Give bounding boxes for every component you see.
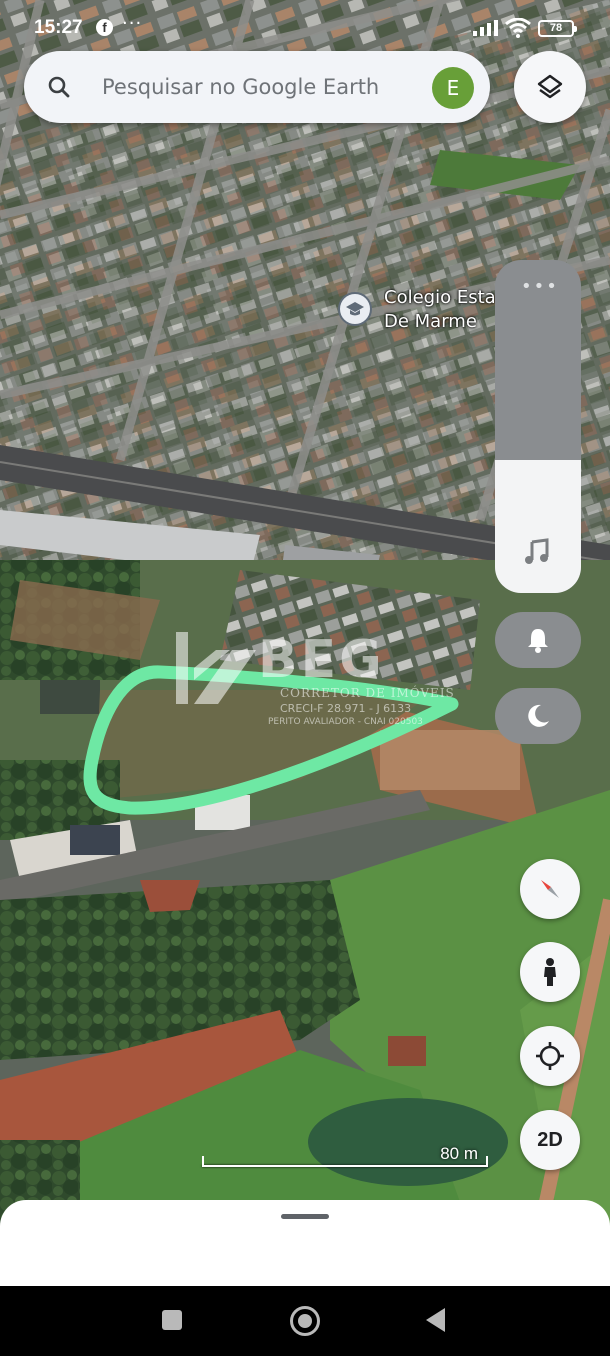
system-nav-bar bbox=[0, 1286, 610, 1356]
poi-label-line2: De Marme bbox=[384, 311, 477, 332]
scale-bar: 80 m bbox=[202, 1144, 488, 1174]
watermark-line2: CRECI-F 28.971 - J 6133 bbox=[280, 702, 412, 715]
watermark-logo bbox=[176, 632, 256, 704]
watermark-line1: CORRETOR DE IMÓVEIS bbox=[280, 686, 455, 700]
battery-indicator: 78 bbox=[538, 20, 577, 37]
volume-level-fill bbox=[495, 460, 581, 593]
wifi-icon bbox=[505, 18, 531, 38]
view-mode-2d-button[interactable]: 2D bbox=[520, 1110, 580, 1170]
status-bar: 15:27 f ··· 78 bbox=[0, 0, 610, 56]
pegman-icon bbox=[544, 958, 556, 986]
facebook-icon: f bbox=[96, 19, 113, 36]
scale-label: 80 m bbox=[440, 1144, 478, 1163]
home-button[interactable] bbox=[290, 1306, 320, 1336]
my-location-button[interactable] bbox=[520, 1026, 580, 1086]
street-view-button[interactable] bbox=[520, 942, 580, 1002]
status-time: 15:27 bbox=[34, 17, 83, 38]
scale-tick-right bbox=[486, 1156, 488, 1167]
recents-button[interactable] bbox=[162, 1310, 182, 1330]
back-button[interactable] bbox=[426, 1308, 445, 1332]
search-input[interactable] bbox=[102, 71, 422, 103]
more-horiz-icon[interactable]: ••• bbox=[521, 276, 559, 297]
volume-panel[interactable]: ••• bbox=[495, 260, 581, 593]
compass-icon bbox=[541, 880, 559, 898]
bell-icon bbox=[528, 629, 548, 653]
signal-icon bbox=[473, 20, 498, 36]
search-icon[interactable] bbox=[48, 76, 70, 98]
scale-tick-left bbox=[202, 1156, 204, 1167]
watermark: BEG CORRETOR DE IMÓVEIS CRECI-F 28.971 -… bbox=[172, 628, 454, 728]
layers-icon bbox=[537, 74, 563, 99]
search-bar[interactable]: E bbox=[24, 51, 490, 123]
moon-icon bbox=[528, 704, 549, 727]
avatar[interactable]: E bbox=[432, 67, 474, 109]
scale-line bbox=[202, 1165, 488, 1167]
music-note-icon bbox=[525, 538, 549, 564]
my-location-icon bbox=[536, 1042, 564, 1070]
ring-mode-button[interactable] bbox=[495, 612, 581, 668]
bottom-sheet[interactable] bbox=[0, 1200, 610, 1286]
watermark-brand: BEG bbox=[258, 630, 385, 690]
poi-label-line1: Colegio Esta bbox=[384, 287, 496, 308]
poi-label[interactable]: Colegio Esta De Marme bbox=[384, 286, 496, 334]
watermark-line3: PERITO AVALIADOR - CNAI 020503 bbox=[268, 717, 423, 727]
compass-button[interactable] bbox=[520, 859, 580, 919]
do-not-disturb-button[interactable] bbox=[495, 688, 581, 744]
layers-button[interactable] bbox=[514, 51, 586, 123]
school-icon[interactable] bbox=[338, 292, 372, 326]
sheet-drag-handle[interactable] bbox=[281, 1214, 329, 1219]
status-more-indicator: ··· bbox=[122, 13, 143, 34]
